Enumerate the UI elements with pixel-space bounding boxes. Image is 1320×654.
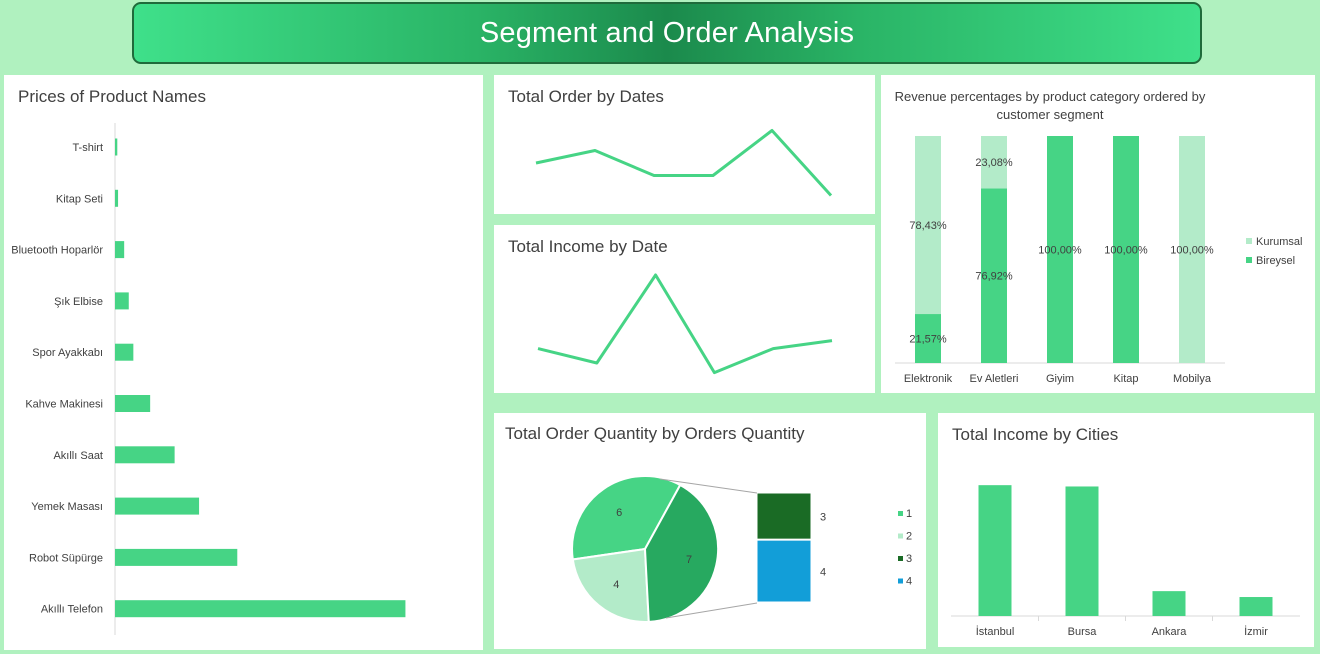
dashboard-title: Segment and Order Analysis (479, 16, 855, 49)
category-tick-label: Kitap (1113, 373, 1138, 385)
bar (115, 395, 151, 412)
legend-marker (898, 511, 903, 516)
category-tick-label: Robot Süpürge (29, 552, 103, 564)
category-tick-label: Yemek Masası (31, 501, 103, 513)
category-tick-label: Kahve Makinesi (25, 399, 103, 411)
bar (115, 497, 200, 515)
orders-by-date-card: Total Order by Dates (494, 75, 875, 214)
income-by-date-card: Total Income by Date (494, 225, 875, 393)
legend-marker (898, 556, 903, 561)
legend-marker (1246, 257, 1252, 263)
data-label: 4 (613, 579, 619, 591)
legend-label: 4 (906, 576, 912, 588)
bar (115, 548, 238, 566)
category-tick-label: Kitap Seti (56, 193, 103, 205)
category-tick-label: T-shirt (72, 142, 103, 154)
category-tick-label: Mobilya (1173, 373, 1212, 385)
pie-slice (571, 547, 650, 623)
order-quantity-card: Total Order Quantity by Orders Quantity … (494, 413, 926, 649)
category-tick-label: Elektronik (904, 373, 953, 385)
category-tick-label: Giyim (1046, 373, 1074, 385)
bar (115, 138, 118, 156)
bar (115, 343, 134, 361)
secondary-bar-segment (756, 492, 812, 540)
data-label: 78,43% (909, 220, 947, 232)
prices-chart: T-shirt Kitap Seti Bluetooth Hoparlör Şık E… (11, 123, 406, 635)
income-cities-chart: İstanbul Bursa Ankara İzmir (951, 485, 1300, 638)
category-tick-label: İstanbul (976, 625, 1015, 638)
order-quantity-chart: 6 4 7 3 4 1 2 3 4 (571, 474, 912, 623)
bar (1065, 486, 1099, 616)
data-label: 7 (686, 554, 692, 566)
legend-marker (898, 533, 903, 539)
legend-marker (1246, 238, 1252, 244)
legend-marker (898, 578, 903, 584)
bar (115, 600, 406, 618)
legend-label: Bireysel (1256, 255, 1295, 267)
bar (1152, 591, 1186, 616)
data-label: 76,92% (975, 271, 1013, 283)
income-by-date-chart (537, 273, 833, 375)
series-line (535, 129, 833, 197)
income-cities-card: Total Income by Cities İstanbul Bursa Anka… (938, 413, 1314, 647)
category-tick-label: Akıllı Saat (53, 450, 103, 462)
bar (115, 189, 119, 207)
data-label: 23,08% (975, 157, 1013, 169)
data-label: 100,00% (1104, 245, 1148, 257)
data-label: 3 (820, 512, 826, 524)
legend-label: Kurumsal (1256, 236, 1302, 248)
category-tick-label: Spor Ayakkabı (32, 347, 103, 359)
category-tick-label: Bursa (1068, 626, 1098, 638)
legend-label: 2 (906, 531, 912, 543)
prices-card: Prices of Product Names T-shirt Kitap Set… (4, 75, 483, 650)
category-tick-label: İzmir (1244, 625, 1268, 638)
series-line (537, 273, 833, 375)
data-label: 6 (616, 507, 622, 519)
category-tick-label: Şık Elbise (54, 296, 103, 308)
legend-label: 3 (906, 553, 912, 565)
orders-by-date-chart (535, 129, 833, 197)
category-tick-label: Ev Aletleri (970, 373, 1019, 385)
revenue-pct-card: Revenue percentages by product category … (881, 75, 1315, 393)
bar (115, 292, 129, 310)
category-tick-label: Ankara (1152, 626, 1188, 638)
dashboard-banner: Segment and Order Analysis (132, 2, 1202, 64)
bar (978, 485, 1012, 616)
data-label: 100,00% (1038, 245, 1082, 257)
data-label: 21,57% (909, 334, 947, 346)
legend-label: 1 (906, 508, 912, 520)
category-tick-label: Akıllı Telefon (41, 604, 103, 616)
bar (1239, 597, 1273, 616)
bar (115, 446, 175, 464)
secondary-bar-segment (756, 539, 812, 603)
bar (115, 241, 125, 259)
revenue-pct-chart: 21,57% 78,43% Elektronik 76,92% 23,08% Ev Ale… (895, 136, 1302, 385)
data-label: 4 (820, 567, 826, 579)
category-tick-label: Bluetooth Hoparlör (11, 245, 103, 257)
data-label: 100,00% (1170, 245, 1214, 257)
